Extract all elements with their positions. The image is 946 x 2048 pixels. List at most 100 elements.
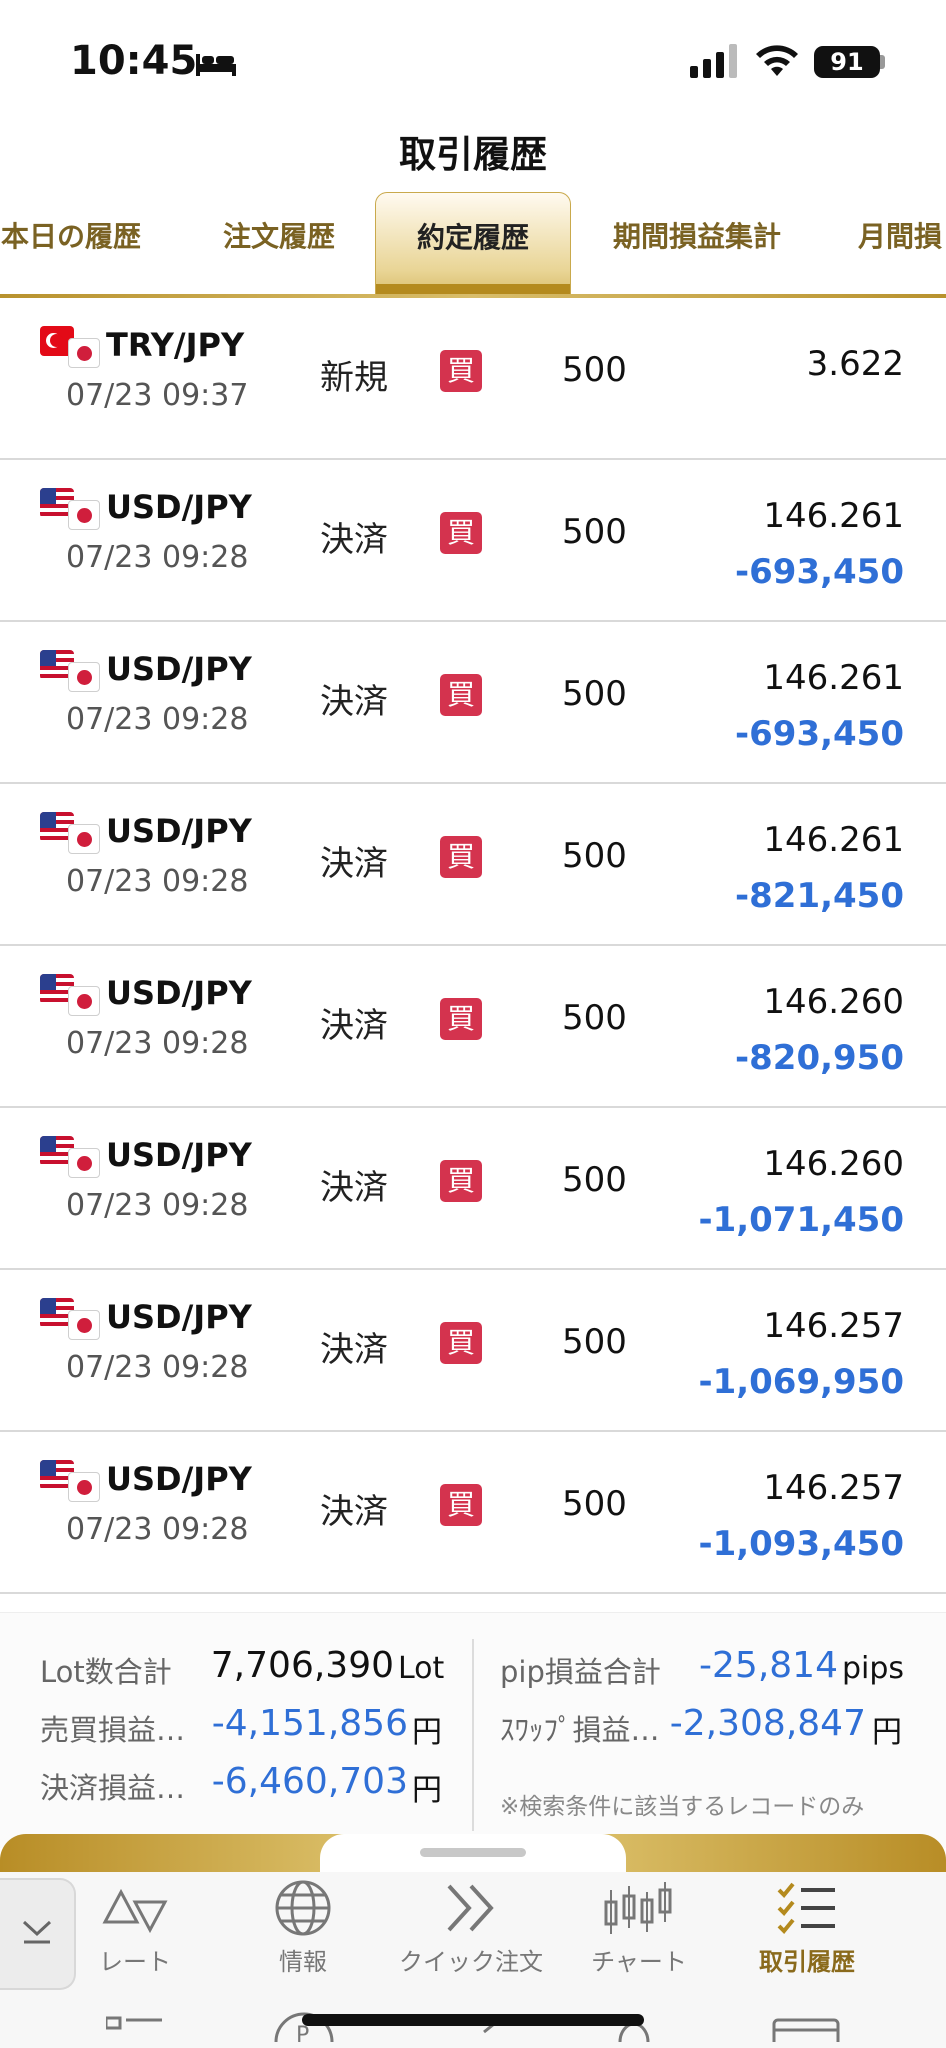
quantity: 500: [562, 512, 627, 552]
tab-label: 注文履歴: [222, 220, 335, 253]
trade-type: 決済: [320, 1492, 388, 1532]
execution-price: 146.261: [763, 658, 904, 698]
nav-info[interactable]: 情報: [228, 1880, 378, 1990]
card-icon: [772, 2018, 840, 2042]
nav-label: クイック注文: [399, 1948, 543, 1976]
status-time: 10:45: [70, 38, 198, 84]
trade-type: 決済: [320, 520, 388, 560]
realized-pnl: -1,069,950: [698, 1362, 904, 1402]
tab-period-pnl-summary[interactable]: 期間損益集計: [600, 192, 794, 296]
execution-time: 07/23 09:28: [66, 702, 249, 737]
trade-pnl-unit: 円: [412, 1715, 442, 1750]
quantity: 500: [562, 998, 627, 1038]
quantity: 500: [562, 1160, 627, 1200]
tab-label: 期間損益集計: [612, 220, 781, 253]
execution-price: 146.260: [763, 1144, 904, 1184]
cellular-signal-icon: [690, 44, 737, 78]
tab-today-history[interactable]: 本日の履歴: [0, 192, 144, 296]
drag-handle[interactable]: [420, 1848, 526, 1857]
realized-pnl: -693,450: [735, 714, 904, 754]
lot-total-unit: Lot: [398, 1651, 445, 1686]
realized-pnl: -693,450: [735, 552, 904, 592]
execution-time: 07/23 09:28: [66, 1512, 249, 1547]
sleep-focus-icon: [196, 54, 236, 76]
home-indicator: [302, 2014, 644, 2026]
list-item[interactable]: USD/JPY 07/23 09:28 決済 買 500 146.261 -69…: [0, 460, 946, 622]
trade-type: 決済: [320, 844, 388, 884]
trade-pnl-label: 売買損益…: [40, 1713, 186, 1747]
status-bar: 10:45 91: [0, 0, 946, 120]
buy-badge: 買: [440, 674, 482, 716]
execution-time: 07/23 09:28: [66, 1026, 249, 1061]
battery-cap: [880, 55, 885, 69]
execution-time: 07/23 09:28: [66, 1350, 249, 1385]
quick-order-icon: [447, 1884, 494, 1932]
currency-pair: USD/JPY: [106, 812, 252, 850]
quantity: 500: [562, 674, 627, 714]
currency-pair: USD/JPY: [106, 650, 252, 688]
quantity: 500: [562, 1484, 627, 1524]
execution-price: 146.257: [763, 1306, 904, 1346]
trade-type: 決済: [320, 1168, 388, 1208]
list-item[interactable]: TRY/JPY 07/23 09:37 新規 買 500 3.622: [0, 298, 946, 460]
buy-badge: 買: [440, 350, 482, 392]
summary-note: ※検索条件に該当するレコードのみ: [500, 1794, 865, 1820]
currency-pair: USD/JPY: [106, 1460, 252, 1498]
wifi-icon: [756, 45, 798, 76]
currency-pair: USD/JPY: [106, 488, 252, 526]
pip-total-value: -25,814: [699, 1645, 838, 1686]
trade-type: 新規: [320, 358, 388, 398]
currency-pair: USD/JPY: [106, 1298, 252, 1336]
nav-chart[interactable]: チャート: [564, 1880, 714, 1990]
battery-icon: 91: [814, 46, 880, 78]
list-item[interactable]: USD/JPY 07/23 09:28 決済 買 500 146.261 -69…: [0, 622, 946, 784]
nav-label: レート: [99, 1948, 171, 1976]
execution-price: 146.257: [763, 1468, 904, 1508]
nav-label: 情報: [279, 1948, 327, 1976]
buy-badge: 買: [440, 1160, 482, 1202]
us-japan-flag-icon: [40, 812, 100, 854]
chart-icon: [604, 1882, 672, 1934]
list-item[interactable]: USD/JPY 07/23 09:28 決済 買 500 146.260 -82…: [0, 946, 946, 1108]
quantity: 500: [562, 836, 627, 876]
buy-badge: 買: [440, 998, 482, 1040]
currency-pair: USD/JPY: [106, 1136, 252, 1174]
nav-rate[interactable]: レート: [60, 1880, 210, 1990]
realized-pnl: -1,071,450: [698, 1200, 904, 1240]
execution-price: 3.622: [806, 344, 904, 384]
execution-price: 146.261: [763, 496, 904, 536]
list-item[interactable]: USD/JPY 07/23 09:28 決済 買 500 146.260 -1,…: [0, 1108, 946, 1270]
trade-pnl-value: -4,151,856: [211, 1703, 408, 1744]
us-japan-flag-icon: [40, 1460, 100, 1502]
nav-quick-order[interactable]: クイック注文: [396, 1880, 546, 1990]
realized-pnl: -1,093,450: [698, 1524, 904, 1564]
trade-type: 決済: [320, 1006, 388, 1046]
pip-total-label: pip損益合計: [500, 1655, 661, 1689]
trade-type: 決済: [320, 682, 388, 722]
list-icon: [106, 2016, 162, 2030]
turkey-japan-flag-icon: [40, 326, 100, 368]
execution-time: 07/23 09:28: [66, 540, 249, 575]
us-japan-flag-icon: [40, 974, 100, 1016]
tab-execution-history[interactable]: 約定履歴: [375, 192, 571, 296]
settlement-pnl-label: 決済損益…: [40, 1771, 186, 1805]
nav-label: 取引履歴: [759, 1948, 855, 1976]
nav-trade-history[interactable]: 取引履歴: [732, 1880, 882, 1990]
settlement-pnl-value: -6,460,703: [211, 1761, 408, 1802]
us-japan-flag-icon: [40, 1136, 100, 1178]
trade-type: 決済: [320, 1330, 388, 1370]
buy-badge: 買: [440, 1484, 482, 1526]
globe-icon: [275, 1880, 331, 1936]
history-tabs: 本日の履歴 注文履歴 約定履歴 期間損益集計 月間損: [0, 192, 946, 298]
history-icon: [777, 1882, 835, 1934]
us-japan-flag-icon: [40, 1298, 100, 1340]
list-item[interactable]: USD/JPY 07/23 09:28 決済 買 500 146.257 -1,…: [0, 1432, 946, 1594]
swap-pnl-unit: 円: [872, 1715, 902, 1750]
tab-order-history[interactable]: 注文履歴: [204, 192, 354, 296]
list-item[interactable]: USD/JPY 07/23 09:28 決済 買 500 146.257 -1,…: [0, 1270, 946, 1432]
tab-monthly-pnl[interactable]: 月間損: [858, 192, 946, 296]
swap-pnl-value: -2,308,847: [669, 1703, 866, 1744]
swap-pnl-label: ｽﾜｯﾌﾟ損益…: [500, 1713, 660, 1747]
list-item[interactable]: USD/JPY 07/23 09:28 決済 買 500 146.261 -82…: [0, 784, 946, 946]
realized-pnl: -820,950: [735, 1038, 904, 1078]
